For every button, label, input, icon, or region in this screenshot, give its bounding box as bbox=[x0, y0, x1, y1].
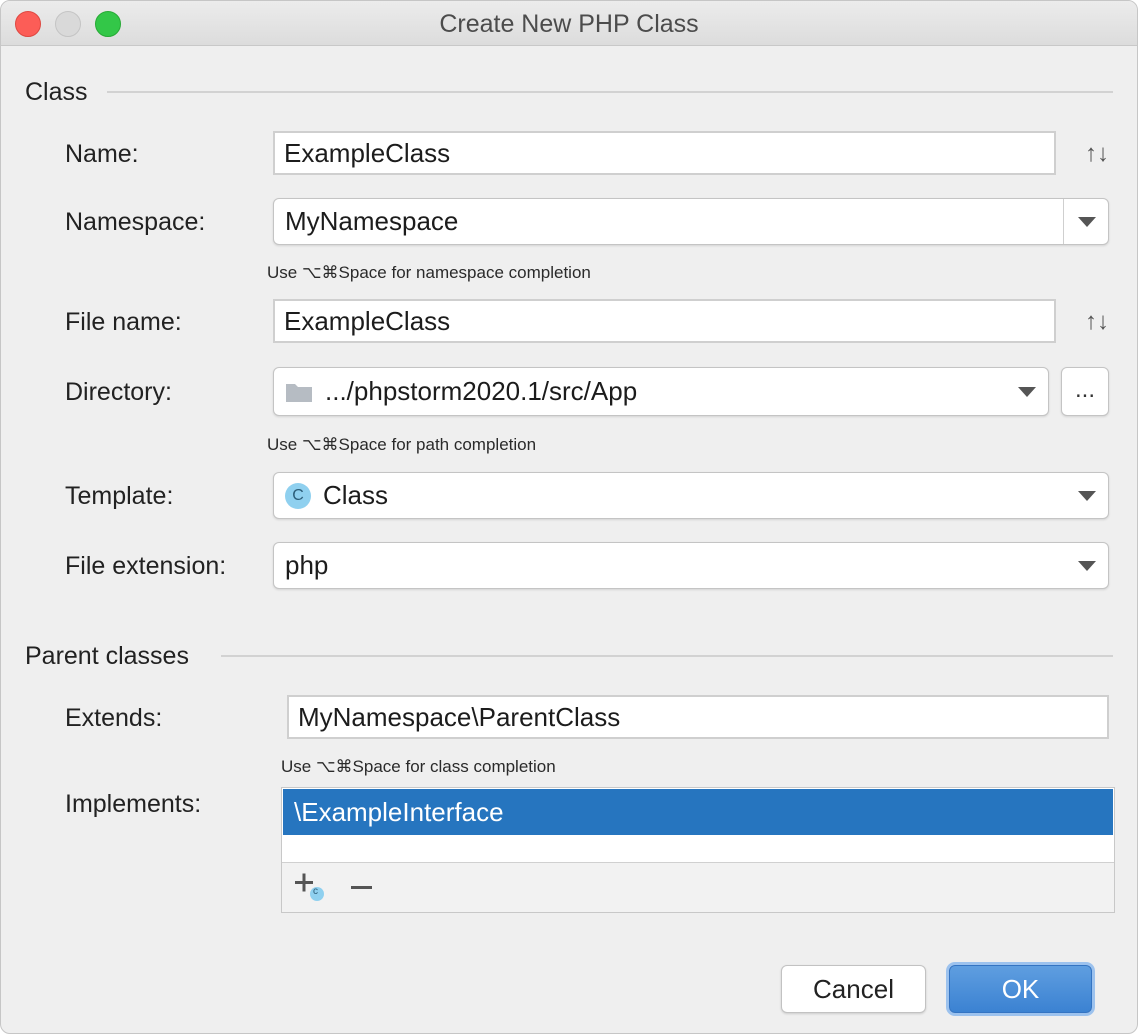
chevron-down-icon[interactable] bbox=[1078, 216, 1096, 227]
template-label: Template: bbox=[65, 482, 174, 510]
extends-label: Extends: bbox=[65, 704, 163, 732]
file-name-label: File name: bbox=[65, 308, 182, 336]
namespace-hint: Use ⌥⌘Space for namespace completion bbox=[267, 263, 591, 282]
class-icon: C bbox=[285, 482, 311, 509]
directory-hint: Use ⌥⌘Space for path completion bbox=[267, 435, 537, 454]
ok-button[interactable]: OK bbox=[949, 965, 1092, 1013]
template-value[interactable]: Class bbox=[323, 480, 388, 511]
extends-input[interactable]: MyNamespace\ParentClass bbox=[287, 695, 1109, 739]
directory-value-wrap: .../phpstorm2020.1/src/App bbox=[274, 376, 637, 407]
cancel-button[interactable]: Cancel bbox=[781, 965, 926, 1013]
file-extension-value[interactable]: php bbox=[274, 550, 328, 581]
window-title: Create New PHP Class bbox=[439, 10, 699, 38]
list-item[interactable]: \ExampleInterface bbox=[283, 789, 1113, 835]
sort-icon[interactable]: ↑↓ bbox=[1085, 308, 1109, 336]
file-extension-label: File extension: bbox=[65, 552, 227, 580]
template-value-wrap: C Class bbox=[274, 480, 388, 511]
combo-separator bbox=[1063, 199, 1064, 244]
directory-combobox[interactable]: .../phpstorm2020.1/src/App bbox=[273, 367, 1049, 416]
dialog-window: Create New PHP Class Class Name: Example… bbox=[0, 0, 1138, 1034]
title-bar: Create New PHP Class bbox=[1, 1, 1137, 46]
name-input[interactable]: ExampleClass bbox=[273, 131, 1056, 175]
sort-icon[interactable]: ↑↓ bbox=[1085, 140, 1109, 168]
add-class-badge: c bbox=[313, 886, 318, 897]
extends-hint: Use ⌥⌘Space for class completion bbox=[281, 757, 556, 776]
template-combobox[interactable]: C Class bbox=[273, 472, 1109, 519]
chevron-down-icon[interactable] bbox=[1018, 386, 1036, 397]
name-label: Name: bbox=[65, 140, 139, 168]
directory-label: Directory: bbox=[65, 378, 172, 406]
browse-button[interactable]: ... bbox=[1061, 367, 1109, 416]
folder-icon bbox=[286, 383, 312, 402]
chevron-down-icon[interactable] bbox=[1078, 490, 1096, 501]
namespace-combobox[interactable]: MyNamespace bbox=[273, 198, 1109, 245]
chevron-down-icon[interactable] bbox=[1078, 560, 1096, 571]
file-extension-combobox[interactable]: php bbox=[273, 542, 1109, 589]
implements-label: Implements: bbox=[65, 790, 202, 818]
directory-value[interactable]: .../phpstorm2020.1/src/App bbox=[325, 376, 637, 407]
file-name-input[interactable]: ExampleClass bbox=[273, 299, 1056, 343]
list-toolbar: c bbox=[282, 862, 1114, 912]
add-class-icon[interactable] bbox=[292, 871, 326, 905]
class-section-divider bbox=[107, 91, 1113, 93]
class-section-header: Class bbox=[25, 78, 88, 106]
remove-icon[interactable] bbox=[348, 871, 378, 905]
implements-list[interactable]: \ExampleInterface c bbox=[281, 787, 1115, 913]
namespace-label: Namespace: bbox=[65, 208, 206, 236]
parent-section-divider bbox=[221, 655, 1113, 657]
parent-section-header: Parent classes bbox=[25, 642, 189, 670]
namespace-value[interactable]: MyNamespace bbox=[274, 206, 458, 237]
